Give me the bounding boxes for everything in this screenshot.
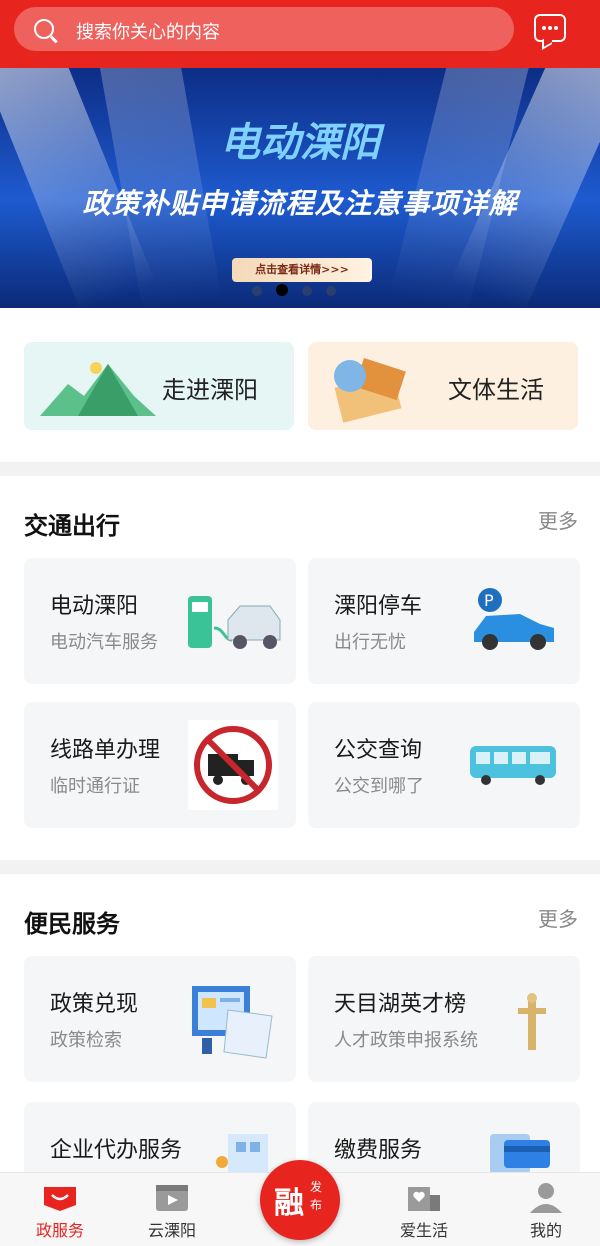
search-placeholder: 搜索你关心的内容 — [76, 22, 220, 43]
center-publish-button[interactable]: 融 发布 — [260, 1160, 340, 1240]
card-title: 电动溧阳 — [50, 594, 139, 619]
card-talent[interactable]: 天目湖英才榜 人才政策申报系统 — [308, 956, 580, 1082]
mountain-icon — [40, 362, 156, 416]
top-bar: 搜索你关心的内容 — [0, 0, 600, 68]
card-title: 公交查询 — [334, 738, 423, 763]
card-title: 缴费服务 — [334, 1138, 423, 1163]
card-subtitle: 人才政策申报系统 — [334, 1030, 478, 1051]
nav-label: 政服务 — [35, 1221, 84, 1240]
more-link-services[interactable]: 更多 — [538, 903, 578, 932]
card-title: 线路单办理 — [50, 738, 161, 763]
policy-document-icon — [192, 986, 273, 1059]
books-icon — [334, 357, 406, 423]
section-divider — [0, 462, 600, 476]
nav-item-gov-service[interactable]: 政服务 — [0, 1173, 120, 1241]
parking-car-icon: P — [474, 588, 554, 650]
card-subtitle: 临时通行证 — [50, 776, 140, 797]
video-icon — [156, 1185, 188, 1211]
section-title-traffic: 交通出行 — [24, 512, 120, 540]
nav-item-life[interactable]: 爱生活 — [364, 1173, 484, 1241]
search-bar[interactable]: 搜索你关心的内容 — [14, 7, 514, 51]
card-subtitle: 电动汽车服务 — [50, 632, 158, 653]
card-title: 天目湖英才榜 — [334, 992, 467, 1017]
center-main-glyph: 融 — [274, 1186, 304, 1221]
card-title: 溧阳停车 — [334, 594, 423, 619]
nav-item-profile[interactable]: 我的 — [486, 1173, 600, 1241]
banner-title: 电动溧阳 — [220, 120, 380, 166]
card-parking[interactable]: 溧阳停车 出行无忧 P — [308, 558, 580, 684]
gov-service-icon — [44, 1187, 76, 1211]
section-divider — [0, 860, 600, 874]
more-link-traffic[interactable]: 更多 — [538, 505, 578, 534]
nav-label: 爱生活 — [399, 1221, 448, 1240]
trophy-pillar-icon — [518, 993, 546, 1050]
carousel-dot[interactable] — [326, 286, 336, 296]
bus-icon — [470, 746, 556, 785]
section-title-services: 便民服务 — [24, 910, 120, 938]
message-icon[interactable] — [534, 14, 566, 42]
promo-banner[interactable]: 电动溧阳 政策补贴申请流程及注意事项详解 点击查看详情>>> — [0, 68, 600, 308]
entry-card-culture[interactable]: 文体生活 — [308, 342, 578, 430]
banner-detail-button[interactable]: 点击查看详情>>> — [232, 258, 372, 282]
nav-item-cloud-liyang[interactable]: 云溧阳 — [112, 1173, 232, 1241]
carousel-dot-active[interactable] — [276, 284, 288, 296]
card-ev-liyang[interactable]: 电动溧阳 电动汽车服务 — [24, 558, 296, 684]
card-policy[interactable]: 政策兑现 政策检索 — [24, 956, 296, 1082]
nav-label: 我的 — [529, 1221, 562, 1240]
svg-text:P: P — [484, 591, 494, 610]
card-title: 政策兑现 — [50, 992, 139, 1017]
profile-icon — [530, 1183, 562, 1213]
life-icon — [408, 1187, 440, 1211]
carousel-dot[interactable] — [302, 286, 312, 296]
card-subtitle: 公交到哪了 — [334, 776, 424, 797]
entry-label: 文体生活 — [448, 376, 544, 404]
card-bus-query[interactable]: 公交查询 公交到哪了 — [308, 702, 580, 828]
carousel-dots[interactable] — [252, 281, 350, 300]
card-title: 企业代办服务 — [50, 1138, 183, 1163]
no-truck-icon — [188, 720, 278, 810]
search-icon — [34, 19, 54, 39]
card-subtitle: 政策检索 — [50, 1030, 122, 1051]
card-route-permit[interactable]: 线路单办理 临时通行证 — [24, 702, 296, 828]
center-small-text: 发布 — [310, 1180, 323, 1212]
entry-label: 走进溧阳 — [162, 376, 258, 404]
carousel-dot[interactable] — [252, 286, 262, 296]
nav-label: 云溧阳 — [147, 1221, 196, 1240]
card-subtitle: 出行无忧 — [334, 632, 406, 653]
ev-charger-icon — [188, 596, 281, 649]
entry-card-liyang[interactable]: 走进溧阳 — [24, 342, 294, 430]
banner-subtitle: 政策补贴申请流程及注意事项详解 — [82, 187, 518, 220]
